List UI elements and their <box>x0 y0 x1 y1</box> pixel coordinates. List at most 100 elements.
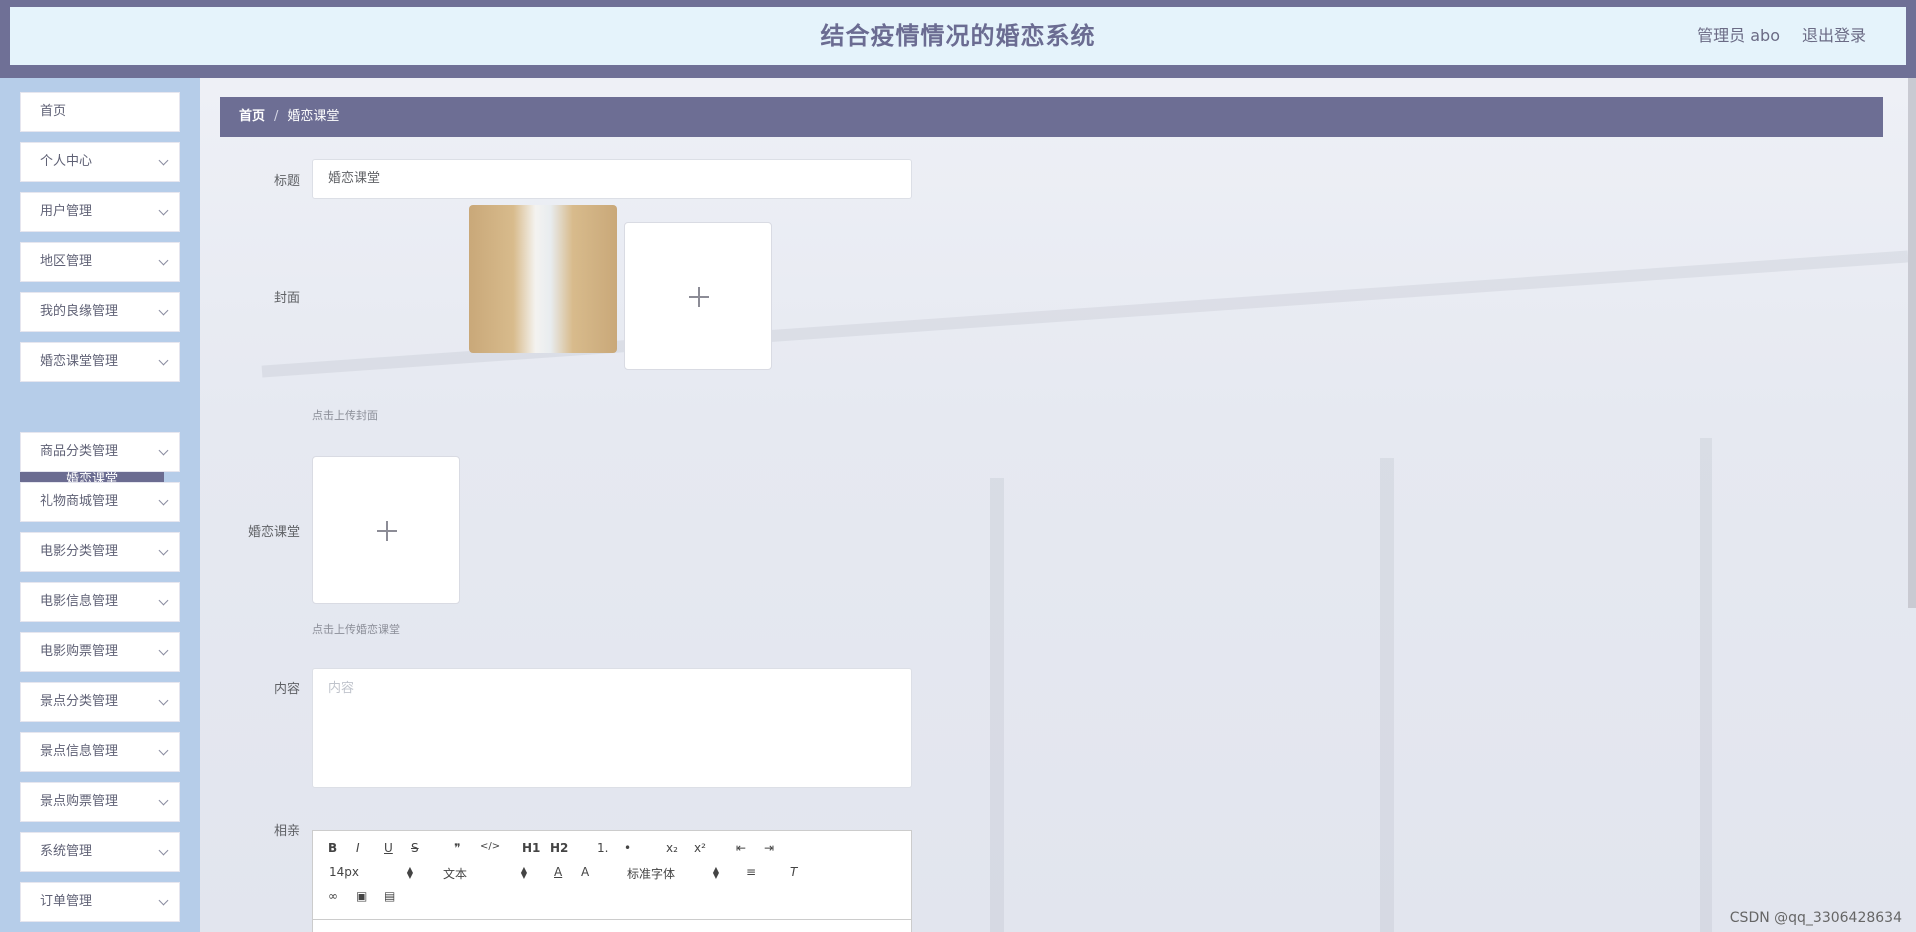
sidebar: 首页 个人中心 用户管理 地区管理 我的良缘管理 婚恋课堂管理 婚恋课堂 商品分… <box>0 78 200 932</box>
chevron-down-icon <box>158 155 169 166</box>
outdent-icon[interactable]: ⇤ <box>736 841 746 855</box>
cover-upload-button[interactable] <box>624 222 772 370</box>
code-icon[interactable]: </> <box>480 841 500 852</box>
sidebar-item-movie-ticket[interactable]: 电影购票管理 <box>20 632 180 672</box>
h1-icon[interactable]: H1 <box>522 841 540 855</box>
chevron-down-icon <box>158 445 169 456</box>
font-color-icon[interactable]: A <box>554 865 562 879</box>
sidebar-item-label: 地区管理 <box>40 254 93 269</box>
background-decoration <box>1380 458 1394 932</box>
sidebar-item-label: 用户管理 <box>40 204 93 219</box>
chevron-down-icon <box>158 595 169 606</box>
sidebar-item-region-management[interactable]: 地区管理 <box>20 242 180 282</box>
sidebar-item-home[interactable]: 首页 <box>20 92 180 132</box>
cover-thumbnail[interactable] <box>469 205 617 353</box>
sidebar-item-gift-mall[interactable]: 礼物商城管理 <box>20 482 180 522</box>
font-size-select[interactable]: 14px ▲ ▼ <box>329 865 413 880</box>
sidebar-item-label: 我的良缘管理 <box>40 304 119 319</box>
cover-hint: 点击上传封面 <box>312 409 378 422</box>
header-select-value: 文本 <box>443 867 468 881</box>
strike-icon[interactable]: S <box>411 841 419 855</box>
subscript-icon[interactable]: x₂ <box>666 841 678 855</box>
chevron-down-icon <box>158 495 169 506</box>
sidebar-item-orders[interactable]: 订单管理 <box>20 882 180 922</box>
chevron-down-icon <box>158 255 169 266</box>
scrollbar[interactable] <box>1908 78 1916 608</box>
sidebar-item-movie-info[interactable]: 电影信息管理 <box>20 582 180 622</box>
breadcrumb: 首页 / 婚恋课堂 <box>220 97 1883 137</box>
sidebar-item-label: 电影分类管理 <box>40 544 119 559</box>
sidebar-item-movie-category[interactable]: 电影分类管理 <box>20 532 180 572</box>
main-content: 首页 / 婚恋课堂 标题 婚恋课堂 封面 点击上传封面 婚恋课堂 点击上传婚恋课堂 … <box>200 78 1916 932</box>
plus-icon <box>377 521 397 541</box>
quote-icon[interactable]: ❞ <box>454 841 460 855</box>
background-color-icon[interactable]: A <box>581 865 589 879</box>
sidebar-item-label: 景点信息管理 <box>40 744 119 759</box>
font-family-value: 标准字体 <box>627 867 676 881</box>
content-textarea[interactable]: 内容 <box>312 668 912 788</box>
editor-divider <box>313 919 911 920</box>
content-label: 内容 <box>273 682 300 697</box>
select-arrow-icon: ▲ ▼ <box>406 865 413 880</box>
chevron-down-icon <box>158 545 169 556</box>
sidebar-item-system[interactable]: 系统管理 <box>20 832 180 872</box>
sidebar-item-user-management[interactable]: 用户管理 <box>20 192 180 232</box>
italic-icon[interactable]: I <box>356 841 360 855</box>
sidebar-item-personal-center[interactable]: 个人中心 <box>20 142 180 182</box>
xiangqin-label: 相亲 <box>273 824 300 839</box>
ordered-list-icon[interactable]: 1. <box>597 841 608 855</box>
link-icon[interactable]: ∞ <box>328 889 338 903</box>
course-hint: 点击上传婚恋课堂 <box>312 623 400 636</box>
underline-icon[interactable]: U <box>384 841 393 855</box>
app-title: 结合疫情情况的婚恋系统 <box>820 22 1096 50</box>
sidebar-item-label: 商品分类管理 <box>40 444 119 459</box>
chevron-down-icon <box>158 205 169 216</box>
title-input[interactable]: 婚恋课堂 <box>312 159 912 199</box>
breadcrumb-home[interactable]: 首页 <box>239 109 265 124</box>
sidebar-item-label: 婚恋课堂管理 <box>40 354 119 369</box>
sidebar-item-course-management[interactable]: 婚恋课堂管理 <box>20 342 180 382</box>
sidebar-item-label: 订单管理 <box>40 894 93 909</box>
chevron-down-icon <box>158 305 169 316</box>
title-label: 标题 <box>273 174 300 189</box>
superscript-icon[interactable]: x² <box>694 841 706 855</box>
sidebar-item-scenic-info[interactable]: 景点信息管理 <box>20 732 180 772</box>
bold-icon[interactable]: B <box>328 841 337 855</box>
plus-icon <box>689 287 709 307</box>
background-decoration <box>990 478 1004 932</box>
chevron-down-icon <box>158 895 169 906</box>
sidebar-item-label: 个人中心 <box>40 154 93 169</box>
sidebar-item-product-category[interactable]: 商品分类管理 <box>20 432 180 472</box>
cover-label: 封面 <box>273 291 300 306</box>
indent-icon[interactable]: ⇥ <box>764 841 774 855</box>
course-upload-button[interactable] <box>312 456 460 604</box>
course-label: 婚恋课堂 <box>247 525 300 540</box>
sidebar-item-label: 景点分类管理 <box>40 694 119 709</box>
sidebar-item-label: 首页 <box>40 104 67 119</box>
sidebar-item-label: 电影购票管理 <box>40 644 119 659</box>
align-icon[interactable]: ≡ <box>746 865 756 879</box>
chevron-down-icon <box>158 645 169 656</box>
content-placeholder: 内容 <box>328 681 355 696</box>
bullet-list-icon[interactable]: • <box>624 841 631 855</box>
image-icon[interactable]: ▣ <box>356 889 367 903</box>
chevron-down-icon <box>158 695 169 706</box>
clear-format-icon[interactable]: T <box>790 865 797 879</box>
background-decoration <box>1700 438 1712 932</box>
font-size-value: 14px <box>329 865 359 879</box>
breadcrumb-separator: / <box>274 109 279 124</box>
video-icon[interactable]: ▤ <box>384 889 395 903</box>
header: 结合疫情情况的婚恋系统 管理员 abo 退出登录 <box>10 7 1906 65</box>
header-select[interactable]: 文本 ▲ ▼ <box>443 865 527 882</box>
h2-icon[interactable]: H2 <box>550 841 568 855</box>
breadcrumb-current: 婚恋课堂 <box>287 109 340 124</box>
sidebar-item-label: 电影信息管理 <box>40 594 119 609</box>
rich-text-editor[interactable]: B I U S ❞ </> H1 H2 1. • x₂ x² ⇤ ⇥ 14px ▲… <box>312 830 912 932</box>
logout-link[interactable]: 退出登录 <box>1802 7 1866 65</box>
sidebar-item-match-management[interactable]: 我的良缘管理 <box>20 292 180 332</box>
sidebar-item-label: 景点购票管理 <box>40 794 119 809</box>
font-family-select[interactable]: 标准字体 ▲ ▼ <box>627 865 719 882</box>
sidebar-item-scenic-category[interactable]: 景点分类管理 <box>20 682 180 722</box>
chevron-down-icon <box>158 355 169 366</box>
sidebar-item-scenic-ticket[interactable]: 景点购票管理 <box>20 782 180 822</box>
